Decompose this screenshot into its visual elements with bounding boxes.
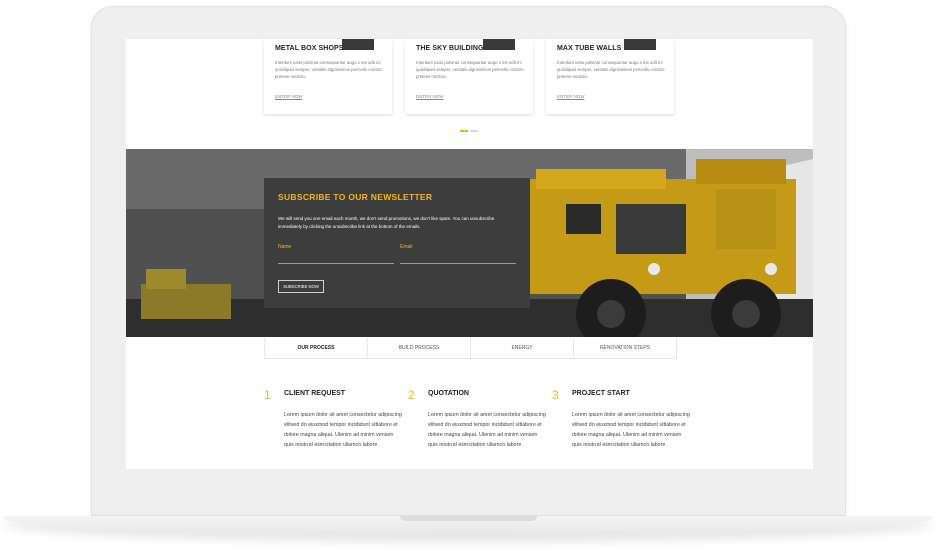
- name-label: Name: [278, 244, 292, 250]
- tab-energy[interactable]: ENERGY: [470, 338, 574, 359]
- step-text: Lorem ipsum dolor sit amet consectetur a…: [284, 412, 402, 448]
- card-image: [483, 39, 515, 50]
- project-card: METAL BOX SHOPS Interdum iusto pulvinar …: [264, 39, 392, 114]
- step-text: Lorem ipsum dolor sit amet consectetur a…: [428, 412, 546, 448]
- tab-our-process[interactable]: OUR PROCESS: [264, 338, 368, 359]
- tab-renovation-steps[interactable]: RENOVATION STEPS: [573, 338, 677, 359]
- card-title: MAX TUBE WALLS: [557, 45, 622, 52]
- carousel-pagination: [460, 119, 480, 137]
- email-field[interactable]: [400, 263, 516, 264]
- step-text: Lorem ipsum dolor sit amet consectetur a…: [572, 412, 690, 448]
- laptop-base: [0, 512, 937, 553]
- enter-now-link[interactable]: ENTER NOW: [416, 94, 444, 99]
- card-image: [342, 39, 374, 50]
- tab-build-process[interactable]: BUILD PROCESS: [367, 338, 471, 359]
- step-number: 1: [264, 388, 271, 402]
- email-label: Email: [400, 244, 413, 250]
- newsletter-description: We will send you one email each month, w…: [278, 216, 495, 229]
- enter-now-link[interactable]: ENTER NOW: [557, 94, 585, 99]
- newsletter-title: SUBSCRIBE TO OUR NEWSLETTER: [278, 192, 433, 202]
- newsletter-hero: SUBSCRIBE TO OUR NEWSLETTER We will send…: [126, 149, 813, 337]
- carousel-dot-active[interactable]: [460, 130, 468, 132]
- step-title: QUOTATION: [428, 390, 469, 397]
- website-screen: METAL BOX SHOPS Interdum iusto pulvinar …: [126, 39, 813, 469]
- step-number: 3: [552, 388, 559, 402]
- newsletter-panel: SUBSCRIBE TO OUR NEWSLETTER We will send…: [264, 178, 530, 308]
- process-tabs: OUR PROCESS BUILD PROCESS ENERGY RENOVAT…: [126, 337, 813, 361]
- project-cards: METAL BOX SHOPS Interdum iusto pulvinar …: [126, 39, 813, 149]
- name-field[interactable]: [278, 263, 394, 264]
- step-title: PROJECT START: [572, 390, 630, 397]
- card-image: [624, 39, 656, 50]
- step-number: 2: [408, 388, 415, 402]
- enter-now-link[interactable]: ENTER NOW: [275, 94, 303, 99]
- project-card: MAX TUBE WALLS Interdum iusto pulvinar c…: [546, 39, 674, 114]
- subscribe-button[interactable]: SUBSCRIBE NOW: [278, 280, 324, 293]
- process-steps: 1 CLIENT REQUEST Lorem ipsum dolor sit a…: [126, 360, 813, 469]
- card-title: METAL BOX SHOPS: [275, 45, 344, 52]
- card-description: Interdum iusto pulvinar consequuntur aug…: [416, 60, 524, 79]
- carousel-dot[interactable]: [470, 130, 478, 132]
- step-title: CLIENT REQUEST: [284, 390, 346, 397]
- card-description: Interdum iusto pulvinar consequuntur aug…: [275, 60, 383, 79]
- card-title: THE SKY BUILDING: [416, 45, 484, 52]
- project-card: THE SKY BUILDING Interdum iusto pulvinar…: [405, 39, 533, 114]
- card-description: Interdum iusto pulvinar consequuntur aug…: [557, 60, 665, 79]
